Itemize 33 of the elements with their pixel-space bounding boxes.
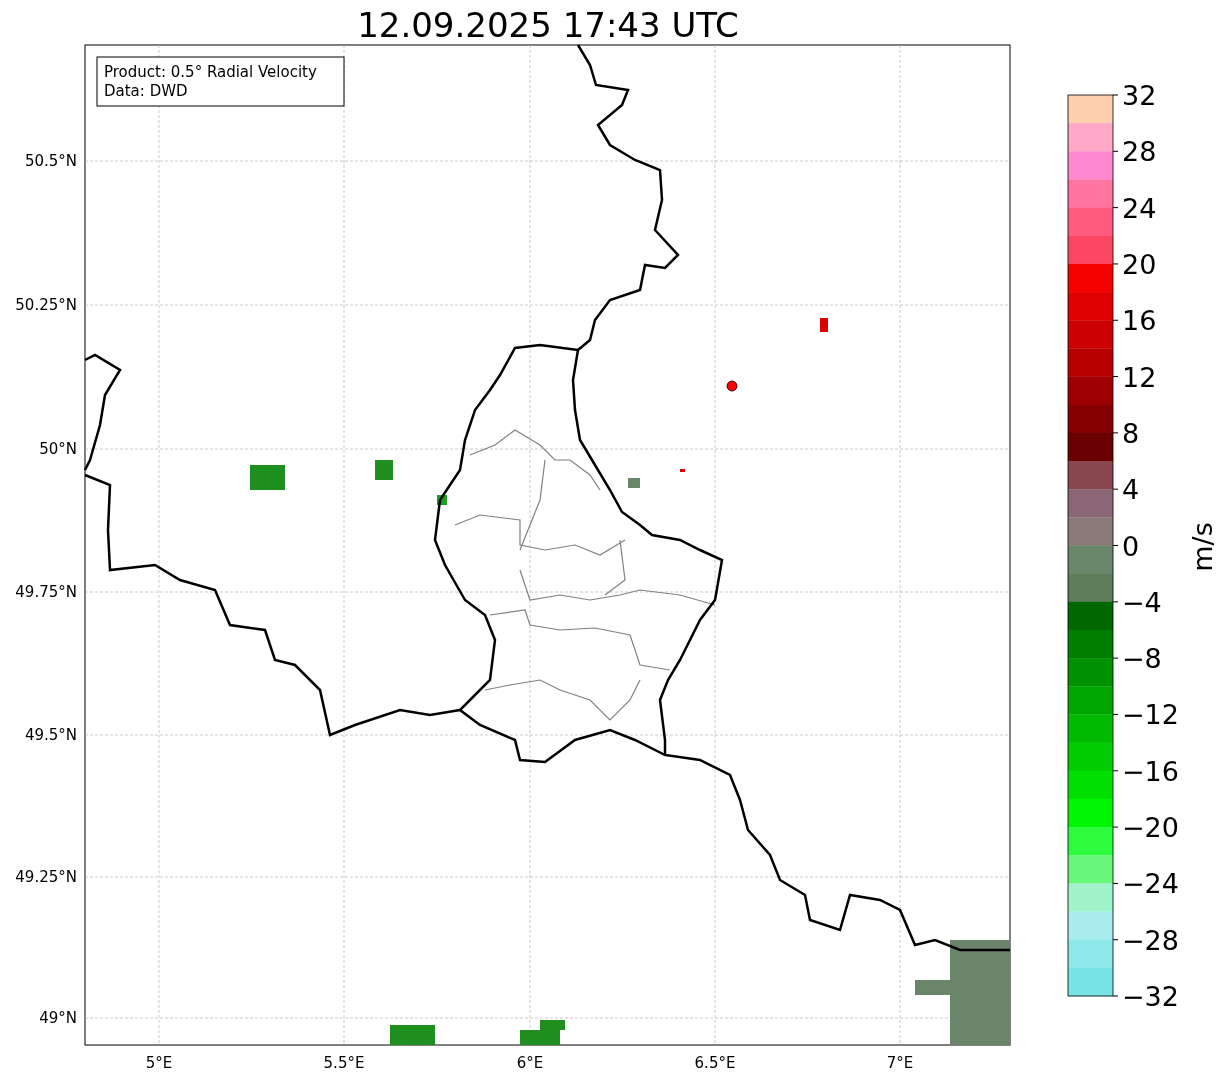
colorbar-tick-label: −28 — [1122, 924, 1179, 956]
longitude-label: 6°E — [516, 1054, 544, 1072]
latitude-label: 50.25°N — [15, 296, 77, 314]
longitude-label: 5.5°E — [323, 1054, 365, 1072]
colorbar-tick-label: −24 — [1122, 868, 1179, 900]
colorbar-tick-label: −32 — [1122, 981, 1179, 1012]
colorbar-tick-label: 24 — [1122, 192, 1157, 224]
latitude-label: 50°N — [39, 440, 77, 458]
longitude-label: 6.5°E — [694, 1054, 736, 1072]
colorbar-tick-label: 20 — [1122, 248, 1157, 280]
latitude-label: 49.25°N — [15, 868, 77, 886]
colorbar-tick-label: 28 — [1122, 136, 1157, 168]
colorbar-tick-label: 16 — [1122, 305, 1157, 337]
colorbar-tick-label: 12 — [1122, 361, 1157, 393]
colorbar-tick-label: 32 — [1122, 80, 1157, 111]
colorbar-tick-label: 0 — [1122, 530, 1140, 562]
chart-title: 12.09.2025 17:43 UTC — [357, 5, 739, 45]
colorbar-tick-label: −8 — [1122, 643, 1162, 675]
latitude-label: 50.5°N — [24, 152, 77, 170]
colorbar-tick-label: −20 — [1122, 812, 1179, 844]
colorbar-tick-label: 8 — [1122, 417, 1140, 449]
latitude-label: 49°N — [39, 1009, 77, 1027]
colorbar-tick-label: 4 — [1122, 474, 1140, 506]
latitude-label: 49.75°N — [15, 583, 77, 601]
info-text: Product: 0.5° Radial Velocity — [104, 63, 317, 81]
latitude-label: 49.5°N — [24, 726, 77, 744]
longitude-label: 5°E — [145, 1054, 173, 1072]
info-text: Data: DWD — [104, 82, 188, 100]
colorbar-tick-label: −4 — [1122, 586, 1162, 618]
colorbar-tick-label: −12 — [1122, 699, 1179, 731]
longitude-label: 7°E — [886, 1054, 914, 1072]
colorbar-unit-label: m/s — [1187, 522, 1218, 572]
colorbar-tick-label: −16 — [1122, 755, 1179, 787]
